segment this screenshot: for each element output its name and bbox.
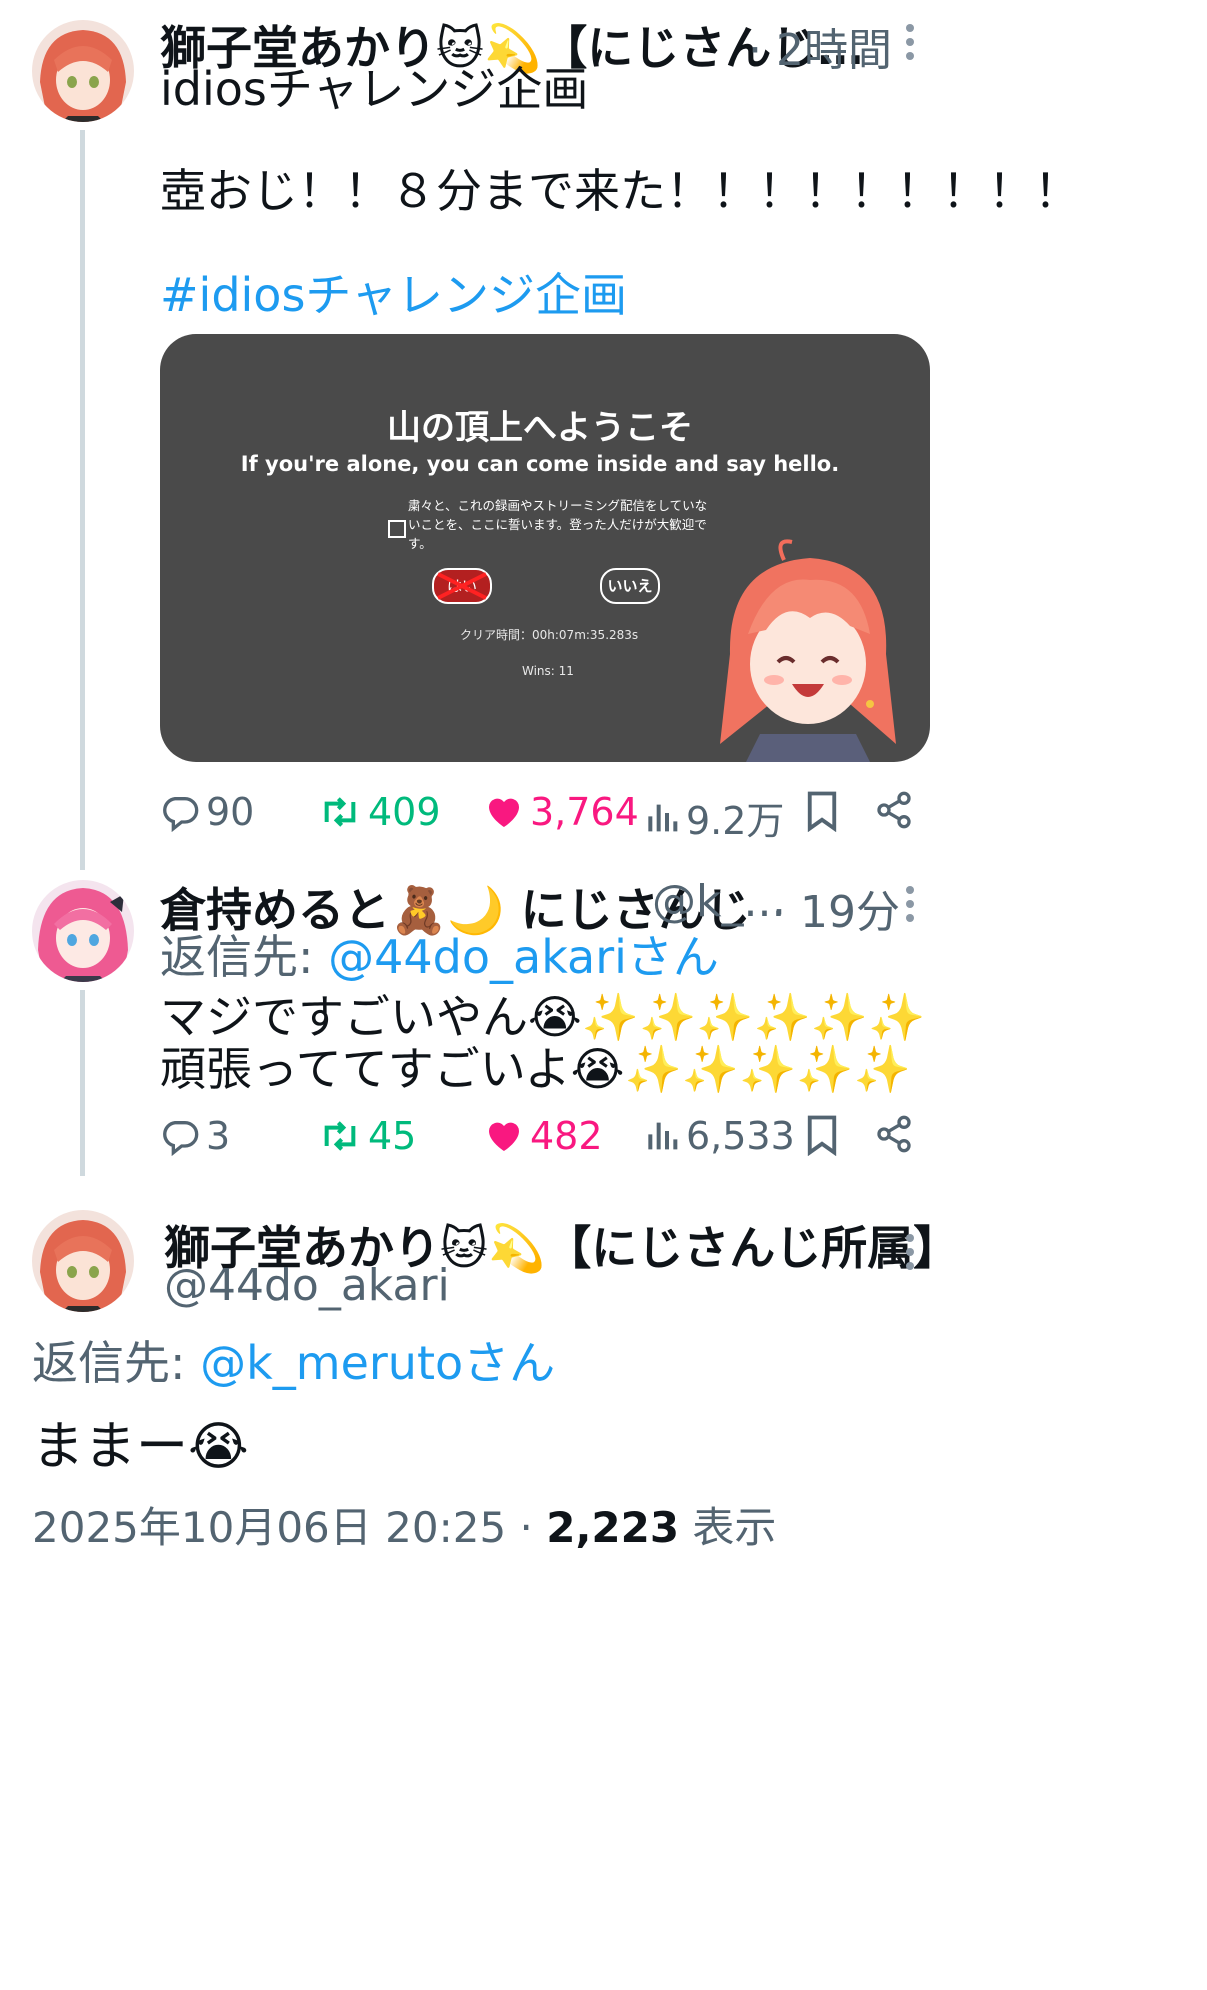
avatar-meruto[interactable]: [32, 880, 134, 982]
media-character-illustration: [720, 539, 896, 762]
tweet2-like-count: 482: [530, 1114, 603, 1158]
reply-icon: [163, 1121, 199, 1156]
media-yes-button: はい: [432, 568, 492, 604]
media-wins: Wins: 11: [522, 664, 574, 678]
tweet2-reply-context: 返信先: @44do_akariさん: [160, 924, 719, 990]
tweet1-media-image[interactable]: 山の頂上へようこそ If you're alone, you can come …: [160, 334, 930, 762]
avatar-akari[interactable]: [32, 20, 134, 122]
heart-icon: [489, 798, 519, 827]
thread-line-1: [80, 130, 85, 870]
media-subtitle: If you're alone, you can come inside and…: [240, 452, 840, 476]
tweet2-views-count: 6,533: [686, 1114, 795, 1158]
tweet2-retweet-button[interactable]: 45: [318, 1114, 416, 1158]
tweet1-views-count: 9.2万: [686, 799, 785, 843]
tweet2-reply-count: 3: [206, 1114, 231, 1158]
retweet-icon: [324, 797, 356, 827]
tweet2-handle[interactable]: @k_...: [652, 876, 785, 927]
tweet3-body: ままー😭: [32, 1417, 249, 1477]
tweet2-more-icon[interactable]: [896, 884, 924, 931]
heart-icon: [489, 1122, 519, 1151]
tweet2-share-icon[interactable]: [874, 1114, 914, 1158]
tweet2-views-button[interactable]: 6,533: [644, 1114, 795, 1158]
tweet2-reply-button[interactable]: 3: [160, 1114, 230, 1158]
tweet1-like-count: 3,764: [530, 790, 639, 834]
tweet1-reply-button[interactable]: 90: [160, 790, 254, 834]
media-checkbox: [388, 520, 406, 542]
tweet3-reply-prefix: 返信先:: [32, 1336, 201, 1390]
media-clear-time: クリア時間：00h:07m:35.283s: [460, 628, 639, 642]
tweet2-retweet-count: 45: [368, 1114, 417, 1158]
tweet2-text-line2: 頑張っててすごいよ😭✨✨✨✨✨: [160, 1042, 911, 1096]
tweet1-bookmark-icon[interactable]: [804, 790, 840, 836]
tweet1-retweet-button[interactable]: 409: [318, 790, 441, 834]
reply-icon: [163, 797, 199, 832]
analytics-icon: [648, 1122, 678, 1150]
tweet1-views-button[interactable]: 9.2万: [644, 790, 784, 845]
tweet3-views-label: 表示: [679, 1503, 777, 1552]
media-pledge: 粛々と、これの録画やストリーミング配信をしていないことを、ここに誓います。登った…: [408, 498, 708, 551]
tweet3-reply-context: 返信先: @k_merutoさん: [32, 1330, 555, 1396]
tweet3-datetime[interactable]: 2025年10月06日 20:25 ·: [32, 1503, 546, 1552]
tweet1-timestamp[interactable]: · 2時間: [748, 14, 892, 78]
media-title: 山の頂上へようこそ: [387, 408, 693, 448]
tweet1-share-icon[interactable]: [874, 790, 914, 834]
retweet-icon: [324, 1121, 356, 1151]
tweet2-reply-mention[interactable]: @44do_akariさん: [328, 930, 719, 984]
tweet1-text-line2: 壺おじ！！８分まで来た！！！！！！！！！: [160, 164, 1080, 218]
tweet3-reply-mention[interactable]: @k_merutoさん: [200, 1336, 555, 1390]
analytics-icon: [648, 804, 678, 831]
tweet2-like-button[interactable]: 482: [484, 1114, 603, 1158]
tweet3-views-count: 2,223: [546, 1503, 680, 1552]
media-no-button: いいえ: [600, 568, 660, 604]
tweet1-hashtag[interactable]: #idiosチャレンジ企画: [160, 262, 627, 328]
avatar-akari-main[interactable]: [32, 1210, 134, 1312]
tweet1-retweet-count: 409: [368, 790, 441, 834]
tweet1-like-button[interactable]: 3,764: [484, 790, 639, 834]
tweet2-bookmark-icon[interactable]: [804, 1114, 840, 1160]
thread-line-2: [80, 990, 85, 1176]
tweet1-reply-count: 90: [206, 790, 255, 834]
tweet2-timestamp[interactable]: · 19分: [772, 876, 900, 940]
tweet3-handle[interactable]: @44do_akari: [164, 1260, 450, 1311]
tweet1-more-icon[interactable]: [896, 22, 924, 69]
tweet3-more-icon[interactable]: [896, 1232, 924, 1279]
tweet2-reply-prefix: 返信先:: [160, 930, 329, 984]
tweet1-text-line1: idiosチャレンジ企画: [160, 62, 589, 116]
tweet3-meta-row: 2025年10月06日 20:25 · 2,223 表示: [32, 1494, 776, 1555]
